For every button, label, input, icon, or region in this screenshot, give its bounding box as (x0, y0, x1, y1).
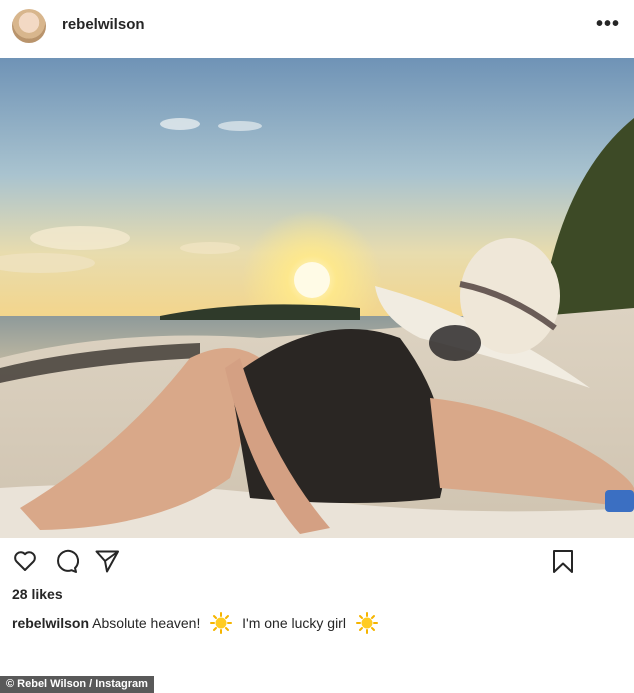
bookmark-icon[interactable] (550, 548, 578, 576)
caption-username[interactable]: rebelwilson (12, 615, 89, 631)
heart-icon[interactable] (12, 548, 40, 576)
more-icon[interactable]: ••• (596, 13, 620, 36)
post-image[interactable] (0, 58, 634, 538)
sun-emoji-icon (355, 612, 378, 634)
avatar[interactable] (12, 9, 46, 43)
likes-count[interactable]: 28 likes (12, 586, 63, 602)
caption-text-1: Absolute heaven! (92, 615, 201, 631)
comment-icon[interactable] (53, 548, 81, 576)
sun-emoji-icon (210, 612, 233, 634)
share-icon[interactable] (94, 548, 122, 576)
post-actions (0, 548, 634, 578)
image-credit: © Rebel Wilson / Instagram (0, 676, 154, 693)
post-header: rebelwilson ••• (0, 0, 634, 55)
post-username[interactable]: rebelwilson (62, 16, 145, 33)
post-caption: rebelwilson Absolute heaven! I'm one luc… (12, 612, 384, 634)
caption-text-2: I'm one lucky girl (242, 615, 346, 631)
